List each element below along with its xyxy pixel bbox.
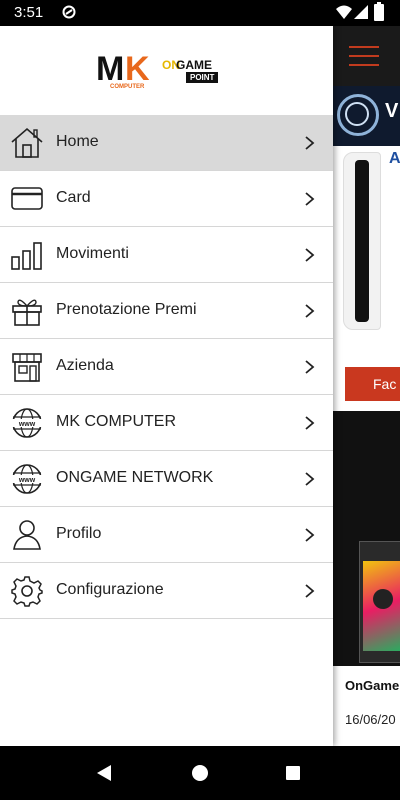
menu-item-label: MK COMPUTER (56, 413, 176, 430)
news-date: 16/06/20 (345, 712, 396, 727)
hamburger-menu-icon[interactable] (349, 46, 379, 48)
menu-item-profilo[interactable]: Profilo (0, 507, 333, 563)
menu-item-label: ONGAME NETWORK (56, 469, 214, 486)
menu-item-label: Movimenti (56, 245, 129, 262)
menu-item-label: Card (56, 189, 91, 206)
drawer-header: M K COMPUTER ON GAME POINT (0, 26, 333, 116)
recents-icon[interactable] (286, 766, 300, 780)
menu-item-label: Home (56, 133, 99, 150)
menu-item-home[interactable]: Home (0, 115, 333, 171)
home-icon (11, 127, 43, 158)
bar-chart-icon (11, 242, 42, 270)
promo-button[interactable]: Fac (345, 367, 400, 401)
background-app: V A Fac OnGame 16/06/20 (333, 26, 400, 746)
status-bar: 3:51 (0, 0, 400, 26)
status-time: 3:51 (14, 4, 44, 21)
www-globe-icon: www (12, 464, 42, 494)
product-image: A (333, 146, 400, 331)
menu-item-azienda[interactable]: Azienda (0, 339, 333, 395)
banner-text: V (385, 100, 399, 122)
chevron-right-icon (305, 192, 315, 206)
svg-text:www: www (18, 421, 36, 428)
promo-banner: V (333, 86, 400, 146)
menu-item-configurazione[interactable]: Configurazione (0, 563, 333, 619)
card-icon (11, 187, 43, 210)
menu-item-label: Profilo (56, 525, 102, 542)
chevron-right-icon (305, 584, 315, 598)
news-card[interactable]: OnGame 16/06/20 (333, 666, 400, 746)
navigation-drawer: M K COMPUTER ON GAME POINT Home Card Mov… (0, 26, 333, 746)
gear-icon (11, 576, 43, 607)
news-title: OnGame (345, 678, 400, 693)
menu-item-label: Prenotazione Premi (56, 301, 197, 318)
chevron-right-icon (305, 136, 315, 150)
www-globe-icon: www (12, 408, 42, 438)
svg-text:www: www (18, 477, 36, 484)
store-icon (12, 353, 42, 382)
chevron-right-icon (305, 248, 315, 262)
menu-item-prenotazione-premi[interactable]: Prenotazione Premi (0, 283, 333, 339)
menu-item-mk-computer[interactable]: www MK COMPUTER (0, 395, 333, 451)
mk-computer-logo: M K COMPUTER (96, 50, 150, 90)
menu-item-label: Azienda (56, 357, 114, 374)
ongame-point-logo: ON GAME POINT (162, 58, 228, 88)
menu-item-ongame-network[interactable]: www ONGAME NETWORK (0, 451, 333, 507)
chevron-right-icon (305, 360, 315, 374)
sync-icon (62, 5, 76, 19)
menu-item-card[interactable]: Card (0, 171, 333, 227)
gift-icon (12, 299, 42, 326)
home-button-icon[interactable] (192, 765, 208, 781)
chevron-right-icon (305, 304, 315, 318)
news-image (333, 411, 400, 666)
battery-icon (374, 2, 384, 21)
app-toolbar (333, 26, 400, 86)
wifi-icon (336, 5, 352, 19)
signal-icon (354, 5, 368, 19)
person-icon (13, 520, 41, 550)
back-icon[interactable] (96, 765, 112, 781)
chevron-right-icon (305, 416, 315, 430)
menu-item-movimenti[interactable]: Movimenti (0, 227, 333, 283)
product-title: A (389, 150, 400, 167)
menu-item-label: Configurazione (56, 581, 164, 598)
system-navigation-bar (0, 746, 400, 800)
chevron-right-icon (305, 528, 315, 542)
chevron-right-icon (305, 472, 315, 486)
